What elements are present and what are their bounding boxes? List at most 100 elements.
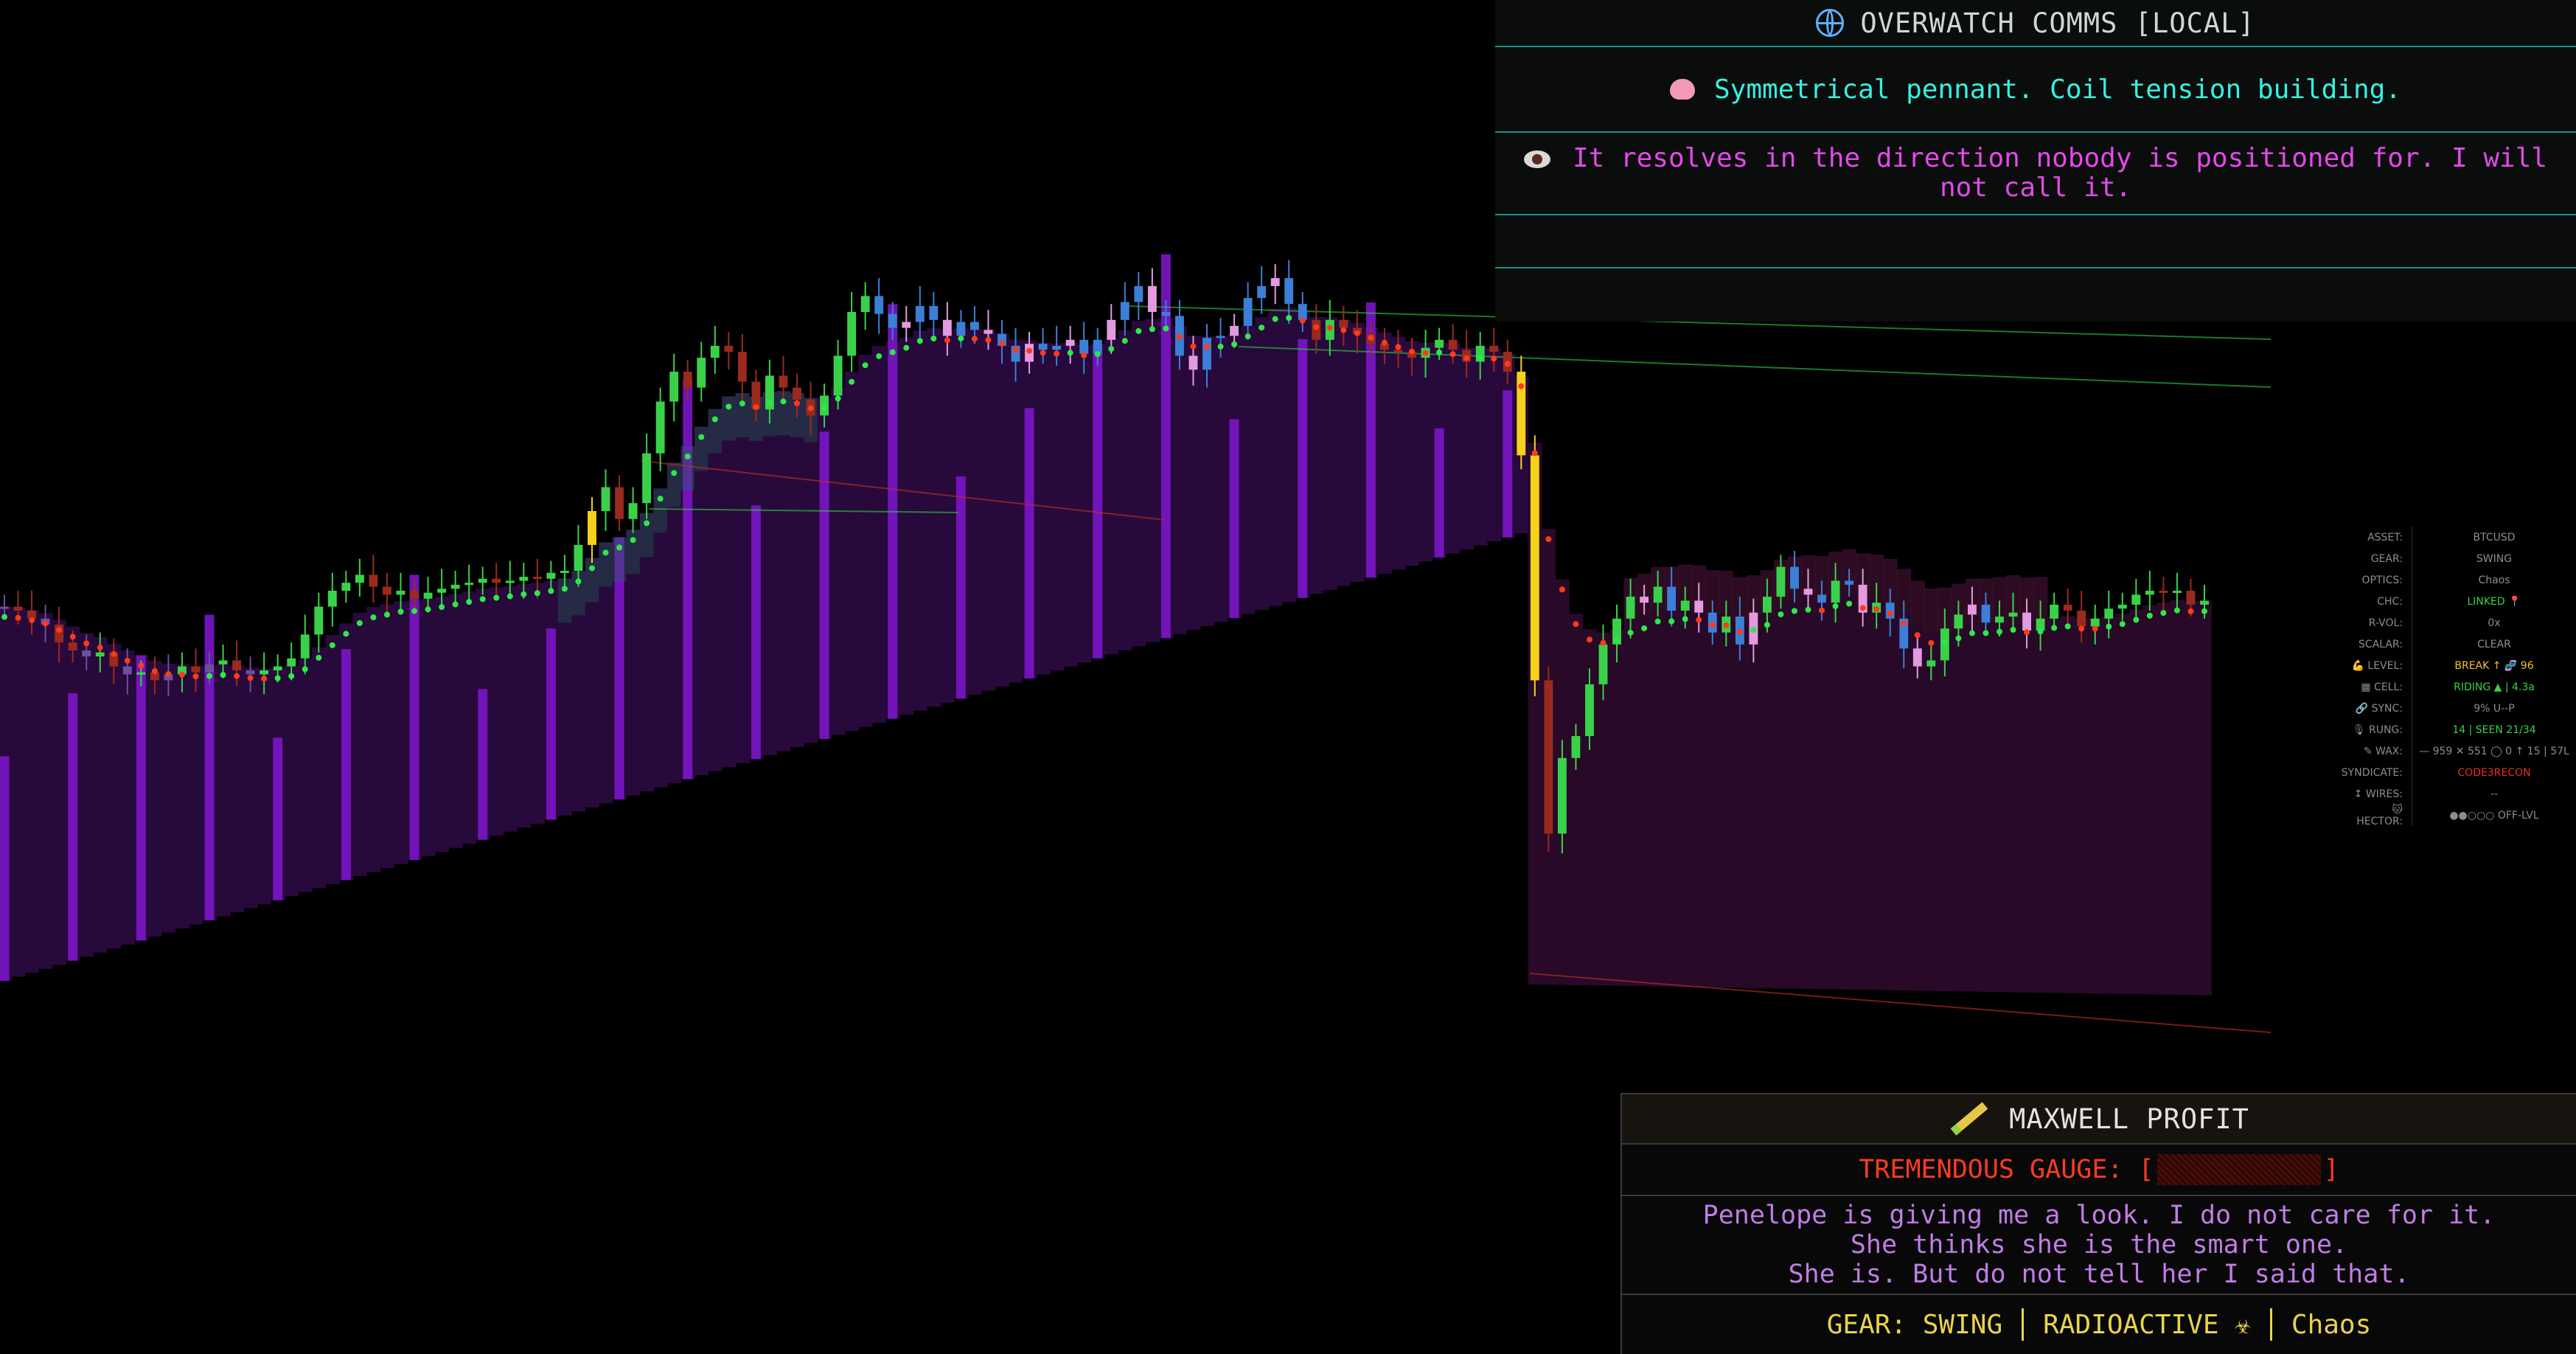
candle-body [68,642,77,650]
band-column [1691,609,1707,987]
band-column [1705,614,1720,987]
status-value: RIDING ▲ | 4.3a [2454,681,2535,693]
trail-dot [2160,610,2167,617]
band-column [2115,614,2130,994]
gear-optics: Chaos [2291,1309,2372,1340]
trail-dot [766,399,773,406]
band-column [1609,629,1624,986]
candle-body [0,606,9,609]
trail-dot [2010,627,2016,633]
trail-dot [780,398,787,405]
trail-dot [1326,324,1333,331]
trail-dot [807,405,814,412]
band-column [93,637,108,953]
candle-body [779,375,788,388]
candle-body [1243,298,1253,326]
candle-body [669,372,679,402]
trail-dot [821,404,828,411]
trail-dot [1121,338,1128,344]
trail-dot [69,633,76,640]
candle-body [546,572,556,579]
status-row: GEAR: SWING [2344,548,2576,569]
candle-body [1107,319,1116,340]
trail-dot [1299,317,1306,324]
trail-dot [1968,630,1975,636]
trail-dot [1135,327,1142,334]
band-column [503,586,518,832]
trail-dot [234,673,240,679]
status-key: ↕ WIRES: [2344,783,2412,805]
trail-dot [1422,350,1429,356]
trail-dot [1791,608,1797,614]
candle-body [1640,597,1649,603]
trail-dot [124,657,130,664]
trail-dot [862,362,868,369]
band-column [120,650,135,945]
trail-dot [151,667,158,674]
volume-bar [273,737,283,900]
candle-body [615,487,624,519]
volume-bar [136,655,146,941]
trail-dot [1204,344,1211,350]
trail-dot [1709,622,1716,628]
candle-body [1161,312,1171,316]
status-row: OPTICS: Chaos [2344,569,2576,591]
candle-body [287,658,296,667]
status-value: BREAK ↑ 🧬 96 [2454,659,2534,672]
candle-body [1790,566,1799,589]
candle-body [1817,594,1826,603]
candle-body [1544,680,1553,834]
band-column [79,633,94,957]
band-column [325,634,340,884]
trail-dot [1409,348,1416,355]
band-column [940,330,955,703]
candle-body [1298,304,1307,320]
status-key: R-VOL: [2344,612,2412,633]
trail-dot [1873,605,1880,612]
trail-dot [397,608,404,615]
trail-dot [1436,349,1443,355]
trail-dot [1026,347,1033,354]
status-value: LINKED 📍 [2467,595,2521,608]
trail-dot [1491,355,1497,362]
trail-dot [383,611,390,618]
band-column [1910,625,1925,991]
band-column [1883,603,1898,990]
band-column [1623,622,1638,987]
band-column [107,643,122,949]
trail-dot [1955,635,1962,642]
band-column [2006,619,2021,993]
band-column [1637,617,1651,987]
trail-dot [2051,625,2058,631]
status-key: SYNDICATE: [2342,762,2412,783]
candle-body [1967,604,1977,615]
trail-dot [1354,330,1360,336]
cloud-tint [599,542,613,587]
trail-dot [247,675,254,681]
candle-body [737,352,747,382]
band-column [1869,598,1884,990]
band-column [762,392,777,755]
candle-body [2200,600,2209,605]
candle-body [1680,600,1690,611]
status-row: CHC: LINKED 📍 [2344,591,2576,612]
candle-body [2159,591,2168,593]
candle-body [314,606,324,635]
trail-dot [2201,608,2207,614]
band-column [1241,326,1256,614]
trail-dot [1259,324,1265,331]
trail-dot [56,627,63,633]
status-row: ASSET: BTCUSD [2344,527,2576,548]
candle-body [2173,591,2182,593]
candle-body [232,660,242,670]
trail-dot [2064,623,2071,630]
volume-bar [1024,408,1034,679]
candle-body [956,322,966,336]
trail-dot [1012,347,1019,353]
band-column [899,337,914,715]
candle-body [205,664,214,673]
status-value: ●●○○○ OFF-LVL [2449,809,2539,822]
trail-dot [698,434,705,440]
trail-dot [2173,607,2180,614]
trail-dot [711,416,718,423]
